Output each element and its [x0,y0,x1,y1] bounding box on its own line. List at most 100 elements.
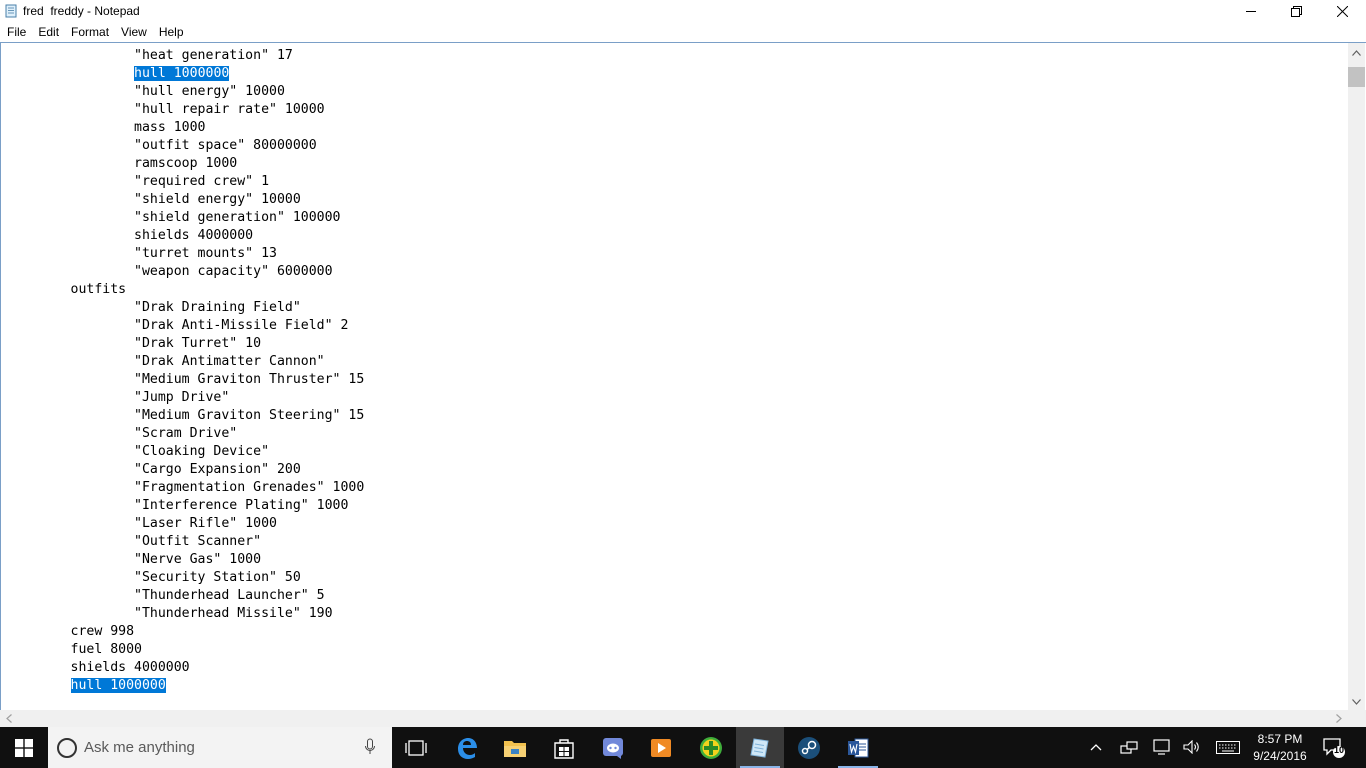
title-bar[interactable]: fred freddy - Notepad [0,0,1366,23]
notepad-icon [5,4,17,18]
menu-view[interactable]: View [115,23,153,42]
menu-file[interactable]: File [0,23,32,42]
monitor-network-icon[interactable] [1153,739,1171,755]
clock-date: 9/24/2016 [1253,749,1307,763]
text-line[interactable]: "Outfit Scanner" [7,533,1343,551]
action-center-button[interactable]: 10 [1322,737,1346,764]
chevron-left-icon [5,714,12,723]
text-line[interactable]: "Medium Graviton Steering" 15 [7,407,1343,425]
text-line[interactable]: "Security Station" 50 [7,569,1343,587]
taskbar-plus-app[interactable] [687,727,735,768]
menu-help[interactable]: Help [153,23,190,42]
network-icon[interactable] [1120,740,1138,754]
text-content[interactable]: "heat generation" 17 hull 1000000 "hull … [7,47,1343,697]
task-view-icon [405,739,427,756]
taskbar-notepad[interactable] [736,727,784,768]
keyboard-icon[interactable] [1216,741,1240,754]
text-line[interactable]: "Drak Antimatter Cannon" [7,353,1343,371]
microphone-icon[interactable] [364,738,376,756]
text-line[interactable]: mass 1000 [7,119,1343,137]
taskbar: Ask me anything 8:57 PM 9/24/2016 10 [0,727,1366,768]
taskbar-steam[interactable] [785,727,833,768]
text-line[interactable]: outfits [7,281,1343,299]
text-line[interactable]: "Thunderhead Launcher" 5 [7,587,1343,605]
text-line[interactable]: ramscoop 1000 [7,155,1343,173]
clock[interactable]: 8:57 PM 9/24/2016 [1238,731,1322,765]
text-line[interactable]: "Medium Graviton Thruster" 15 [7,371,1343,389]
notepad-app-icon [750,737,769,758]
minimize-icon [1245,11,1256,12]
text-line[interactable]: "Laser Rifle" 1000 [7,515,1343,533]
word-icon [848,738,869,757]
taskbar-store[interactable] [540,727,588,768]
text-line[interactable]: "Nerve Gas" 1000 [7,551,1343,569]
store-icon [554,738,574,759]
taskbar-discord[interactable] [589,727,637,768]
text-line[interactable]: "outfit space" 80000000 [7,137,1343,155]
discord-icon [603,737,623,759]
volume-icon[interactable] [1183,740,1201,754]
taskbar-file-explorer[interactable] [491,727,539,768]
menu-edit[interactable]: Edit [32,23,65,42]
text-line[interactable]: "hull energy" 10000 [7,83,1343,101]
text-line[interactable]: "Cargo Expansion" 200 [7,461,1343,479]
close-icon [1336,6,1348,17]
taskbar-edge[interactable] [443,727,491,768]
text-line[interactable]: "Drak Draining Field" [7,299,1343,317]
cortana-search-box[interactable]: Ask me anything [48,727,392,768]
text-line[interactable]: "Thunderhead Missile" 190 [7,605,1343,623]
task-view-button[interactable] [392,727,440,768]
text-line[interactable]: "Drak Anti-Missile Field" 2 [7,317,1343,335]
restore-button[interactable] [1273,0,1319,23]
text-line[interactable]: "Interference Plating" 1000 [7,497,1343,515]
text-line[interactable]: "turret mounts" 13 [7,245,1343,263]
plus-app-icon [700,736,722,759]
folder-icon [504,740,526,757]
selected-text[interactable]: hull 1000000 [134,66,230,81]
scroll-left-button[interactable] [4,714,13,723]
steam-icon [798,736,820,759]
text-editor[interactable]: "heat generation" 17 hull 1000000 "hull … [0,42,1366,710]
search-placeholder: Ask me anything [84,739,195,756]
edge-icon [458,737,477,759]
text-line[interactable]: "weapon capacity" 6000000 [7,263,1343,281]
media-player-icon [651,738,671,757]
start-button[interactable] [0,727,48,768]
text-line[interactable]: "shield generation" 100000 [7,209,1343,227]
vertical-scroll-thumb[interactable] [1348,67,1365,87]
chevron-up-tray-icon[interactable] [1090,743,1102,751]
text-line[interactable]: crew 998 [7,623,1343,641]
cortana-icon [57,738,77,758]
clock-time: 8:57 PM [1257,732,1303,746]
text-line[interactable]: fuel 8000 [7,641,1343,659]
text-line[interactable]: "Scram Drive" [7,425,1343,443]
chevron-right-icon [1335,714,1342,723]
scroll-right-button[interactable] [1334,714,1343,723]
menu-bar: File Edit Format View Help [0,23,1366,42]
text-line[interactable]: hull 1000000 [7,677,1343,695]
taskbar-media-player[interactable] [637,727,685,768]
taskbar-word[interactable] [834,727,882,768]
text-line[interactable]: "Fragmentation Grenades" 1000 [7,479,1343,497]
menu-format[interactable]: Format [65,23,115,42]
text-line[interactable]: "Cloaking Device" [7,443,1343,461]
text-line[interactable]: "required crew" 1 [7,173,1343,191]
text-line[interactable]: shields 4000000 [7,227,1343,245]
text-line[interactable]: "shield energy" 10000 [7,191,1343,209]
notification-count: 10 [1333,745,1344,755]
scroll-down-button[interactable] [1352,697,1361,706]
scroll-up-button[interactable] [1352,48,1361,57]
minimize-button[interactable] [1228,0,1274,23]
horizontal-scrollbar[interactable] [0,710,1348,727]
text-line[interactable]: "Jump Drive" [7,389,1343,407]
chevron-down-icon [1352,698,1361,705]
scrollbar-corner [1348,710,1366,727]
vertical-scrollbar[interactable] [1348,43,1365,710]
text-line[interactable]: "Drak Turret" 10 [7,335,1343,353]
text-line[interactable]: "hull repair rate" 10000 [7,101,1343,119]
text-line[interactable]: hull 1000000 [7,65,1343,83]
text-line[interactable]: shields 4000000 [7,659,1343,677]
selected-text[interactable]: hull 1000000 [70,678,166,693]
close-button[interactable] [1319,0,1365,23]
text-line[interactable]: "heat generation" 17 [7,47,1343,65]
